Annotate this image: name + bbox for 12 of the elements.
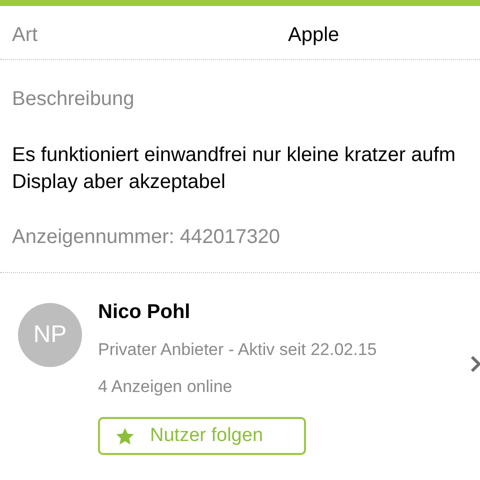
description-text: Es funktioniert einwandfrei nur kleine kratzer aufm Display aber akzeptabel	[12, 143, 457, 195]
chevron-right-icon[interactable]	[470, 355, 480, 373]
detail-label: Art	[11, 23, 39, 48]
seller-info: Privater Anbieter - Aktiv seit 22.02.15	[98, 339, 377, 361]
ads-count: 4 Anzeigen online	[98, 376, 234, 398]
avatar: NP	[18, 303, 82, 367]
star-icon	[116, 428, 134, 444]
detail-value: Apple	[288, 23, 340, 48]
section-heading: Beschreibung	[12, 87, 136, 112]
seller-name: Nico Pohl	[98, 300, 192, 325]
ad-number: Anzeigennummer: 442017320	[12, 225, 281, 250]
follow-button[interactable]: Nutzer folgen	[98, 417, 306, 455]
